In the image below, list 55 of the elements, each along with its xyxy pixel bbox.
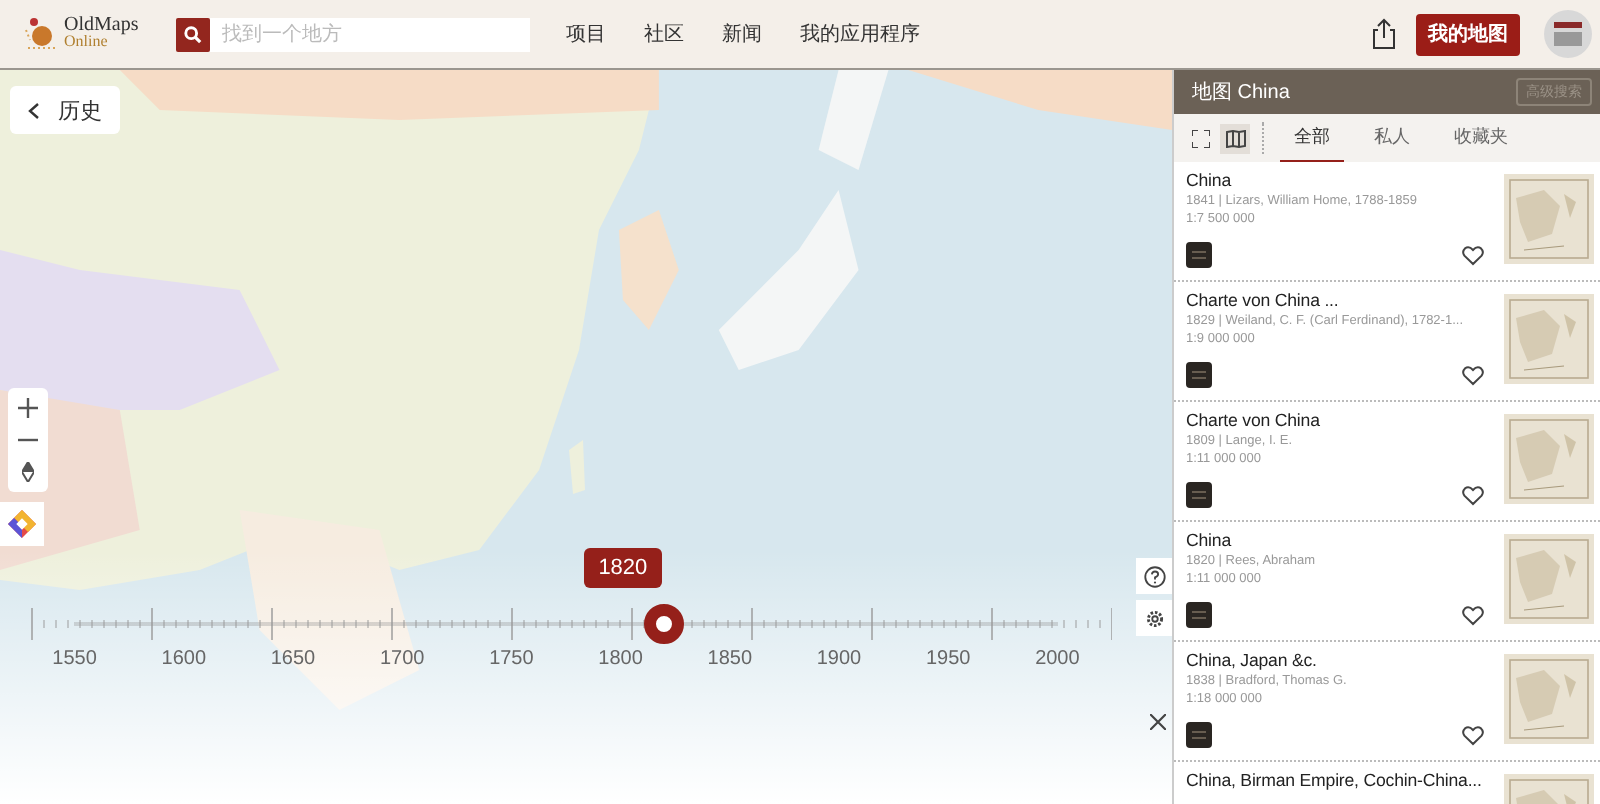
panel-title: 地图 China xyxy=(1192,79,1290,106)
heart-icon[interactable] xyxy=(1462,365,1484,385)
expand-icon xyxy=(1192,129,1210,147)
provider-logo-icon xyxy=(1186,602,1212,628)
heart-icon[interactable] xyxy=(1462,605,1484,625)
logo-subtitle: Online xyxy=(64,34,108,50)
search-field[interactable]: 找到一个地方 xyxy=(210,17,530,51)
result-title[interactable]: China xyxy=(1186,530,1504,550)
compass-icon[interactable] xyxy=(22,462,34,482)
nav-link[interactable]: 新闻 xyxy=(722,20,762,48)
year-label: 1600 xyxy=(159,648,209,670)
my-maps-button[interactable]: 我的地图 xyxy=(1416,13,1520,55)
nav-link[interactable]: 我的应用程序 xyxy=(800,20,920,48)
nav-link[interactable]: 社区 xyxy=(644,20,684,48)
result-title[interactable]: China xyxy=(1186,170,1504,190)
logo-title[interactable]: OldMaps xyxy=(64,18,139,34)
year-label: 1550 xyxy=(50,648,99,670)
view-toggle[interactable] xyxy=(1220,123,1250,153)
year-label: 1850 xyxy=(705,648,755,670)
result-title[interactable]: Charte von China xyxy=(1186,410,1504,430)
app-logo-icon[interactable] xyxy=(6,508,38,540)
result-title[interactable]: China, Birman Empire, Cochin-China... xyxy=(1186,770,1504,790)
chevron-left-icon xyxy=(28,101,40,119)
result-title[interactable]: China, Japan &c. xyxy=(1186,650,1504,670)
year-label: 1700 xyxy=(377,648,427,670)
year-label: 1650 xyxy=(268,648,318,670)
heart-icon[interactable] xyxy=(1462,725,1484,745)
provider-logo-icon xyxy=(1186,482,1212,508)
avatar[interactable] xyxy=(1544,10,1592,58)
result-title[interactable]: Charte von China ... xyxy=(1186,290,1504,310)
share-icon[interactable] xyxy=(1372,18,1396,50)
search-icon xyxy=(184,25,202,43)
provider-logo-icon xyxy=(1186,722,1212,748)
tab[interactable]: 私人 xyxy=(1360,113,1424,163)
search-button[interactable] xyxy=(176,17,210,51)
heart-icon[interactable] xyxy=(1462,245,1484,265)
year-label: 1900 xyxy=(814,648,864,670)
zoom-in-icon[interactable] xyxy=(18,398,38,418)
year-label: 1950 xyxy=(923,648,973,670)
year-label: 1750 xyxy=(487,648,536,670)
heart-icon[interactable] xyxy=(1462,485,1484,505)
year-label: 2000 xyxy=(1033,648,1082,670)
settings-button[interactable] xyxy=(1136,600,1172,636)
tab[interactable]: 收藏夹 xyxy=(1440,113,1522,163)
back-button[interactable]: 历史 xyxy=(10,86,120,134)
year-tooltip: 1820 xyxy=(584,548,662,588)
settings-icon xyxy=(1143,607,1165,629)
help-button[interactable] xyxy=(1136,558,1172,594)
help-icon xyxy=(1143,565,1165,587)
map-icon xyxy=(1225,129,1245,147)
year-label: 1800 xyxy=(596,648,645,670)
provider-logo-icon xyxy=(1186,242,1212,268)
nav-link[interactable]: 项目 xyxy=(566,20,606,48)
provider-logo-icon xyxy=(1186,362,1212,388)
close-icon[interactable] xyxy=(1150,714,1166,730)
